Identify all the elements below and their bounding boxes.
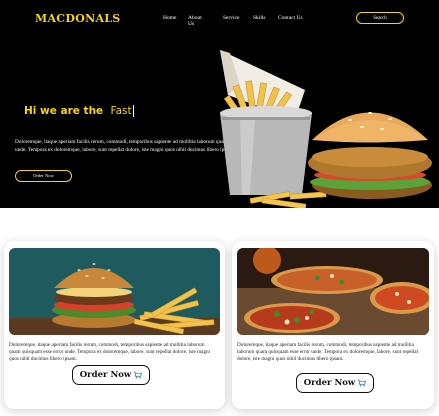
- burger-fries-hero-image: [220, 50, 432, 208]
- cart-icon: [133, 371, 143, 379]
- hero-title-prefix: Hi we are the: [24, 105, 104, 117]
- nav-skills[interactable]: Skills: [253, 15, 266, 21]
- hero-order-button[interactable]: Order Now: [15, 170, 72, 182]
- brand-logo[interactable]: MACDONALS: [35, 12, 121, 25]
- nav-home[interactable]: Home: [163, 15, 176, 21]
- order-now-button[interactable]: Order Now: [296, 373, 374, 393]
- pizza-card: Doloremque, itaque aperiam facilis rerum…: [232, 241, 434, 409]
- burger-card-description: Doloremque, itaque aperiam facilis rerum…: [9, 342, 211, 363]
- nav-contact-us[interactable]: Contact Us: [278, 15, 318, 21]
- hero-title-highlight: Fast: [110, 105, 132, 117]
- hero-title: Hi we are the Fast: [24, 105, 134, 117]
- hero-section: MACDONALS Home About Us Service Skills C…: [0, 0, 439, 208]
- pizza-card-description: Doloremque, itaque aperiam facilis rerum…: [237, 342, 419, 363]
- search-button[interactable]: Search: [356, 12, 404, 24]
- burger-card: Doloremque, itaque aperiam facilis rerum…: [4, 241, 225, 409]
- burger-card-image: [9, 248, 220, 335]
- nav-service[interactable]: Service: [223, 15, 240, 21]
- order-now-button[interactable]: Order Now: [72, 365, 150, 385]
- order-now-label: Order Now: [303, 378, 356, 388]
- nav-about-us[interactable]: About Us: [188, 15, 202, 27]
- order-now-label: Order Now: [79, 370, 132, 380]
- typing-cursor: [132, 105, 134, 117]
- cart-icon: [357, 379, 367, 387]
- pizza-card-image: [237, 248, 429, 335]
